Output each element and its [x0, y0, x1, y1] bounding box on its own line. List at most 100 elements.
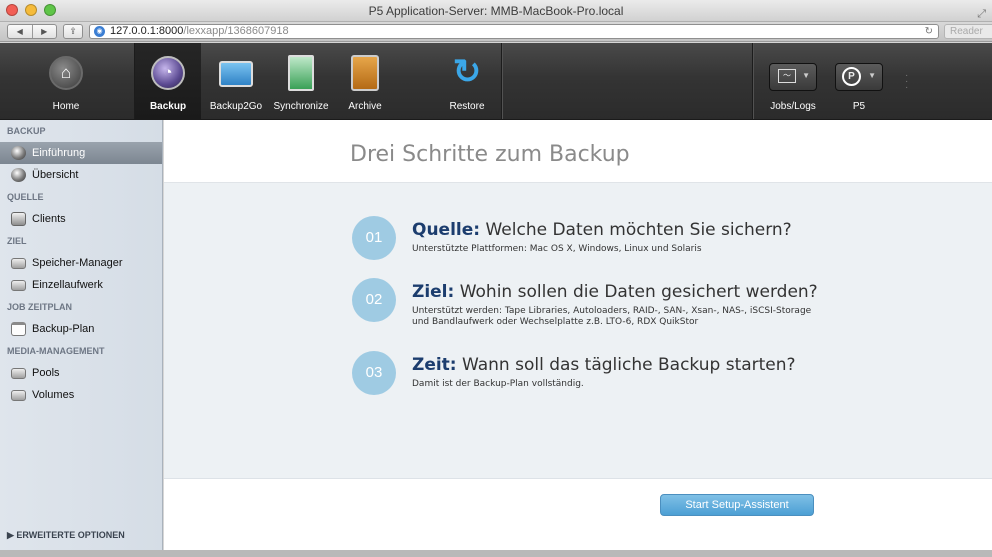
advanced-options-toggle[interactable]: ▶ ERWEITERTE OPTIONEN — [7, 530, 125, 541]
zoom-window-button[interactable] — [44, 4, 56, 16]
nav-divider — [501, 43, 502, 119]
nav-backup-label: Backup — [149, 101, 187, 112]
step-title: Ziel: Wohin sollen die Daten gesichert w… — [412, 282, 818, 302]
step-title: Zeit: Wann soll das tägliche Backup star… — [412, 355, 796, 375]
minimize-window-button[interactable] — [25, 4, 37, 16]
page-title: Drei Schritte zum Backup — [350, 142, 630, 167]
forward-arrow-icon[interactable]: ▶ — [33, 25, 57, 38]
start-setup-button[interactable]: Start Setup-Assistent — [660, 494, 814, 516]
step-number: 01 — [352, 216, 396, 260]
nav-archive-label: Archive — [348, 101, 382, 112]
archive-icon — [351, 55, 379, 91]
storage-icon — [11, 258, 26, 269]
step-key: Quelle: — [412, 220, 481, 240]
sidebar-item-label: Einführung — [32, 147, 86, 159]
reader-button[interactable]: Reader — [944, 24, 992, 39]
step-description: Unterstützt werden: Tape Libraries, Auto… — [412, 306, 812, 327]
back-arrow-icon[interactable]: ◀ — [8, 25, 33, 38]
nav-backup[interactable]: ◔ Backup — [135, 43, 201, 119]
jobs-logs-label: Jobs/Logs — [770, 101, 816, 112]
sidebar-item-storage-manager[interactable]: Speicher-Manager — [0, 252, 162, 274]
nav-home[interactable]: ⌂ Home — [0, 43, 132, 119]
window-title: P5 Application-Server: MMB-MacBook-Pro.l… — [368, 4, 624, 18]
nav-restore-label: Restore — [449, 101, 485, 112]
sidebar-item-overview[interactable]: Übersicht — [0, 164, 162, 186]
intro-icon — [11, 146, 26, 160]
site-globe-icon: ◉ — [94, 26, 105, 37]
sidebar-item-label: Pools — [32, 367, 60, 379]
share-icon[interactable]: ⇪ — [63, 24, 83, 39]
step-question: Wann soll das tägliche Backup starten? — [462, 355, 796, 375]
volumes-icon — [11, 390, 26, 401]
p5-logo-icon: P — [842, 67, 861, 86]
p5-dropdown[interactable]: P ▼ — [835, 63, 883, 91]
sidebar-item-backup-plan[interactable]: Backup-Plan — [0, 318, 162, 340]
nav-archive[interactable]: Archive — [331, 43, 399, 119]
backup-gauge-icon: ◔ — [151, 56, 185, 90]
steps-area: 01 Quelle: Welche Daten möchten Sie sich… — [164, 183, 992, 479]
step-description: Damit ist der Backup-Plan vollständig. — [412, 379, 584, 389]
sidebar-section-source: QUELLE — [7, 192, 44, 202]
advanced-options-label: ERWEITERTE OPTIONEN — [16, 530, 125, 540]
browser-toolbar: ◀ ▶ ⇪ ◉ 127.0.0.1:8000/lexxapp/136860791… — [0, 22, 992, 42]
window-bottom-edge — [0, 550, 992, 557]
sidebar-section-backup: BACKUP — [7, 126, 46, 136]
sidebar-item-label: Speicher-Manager — [32, 257, 123, 269]
footer: Start Setup-Assistent — [164, 480, 992, 557]
sidebar-item-volumes[interactable]: Volumes — [0, 384, 162, 406]
disclosure-triangle-icon: ▶ — [7, 530, 17, 540]
laptop-icon — [219, 61, 253, 87]
url-host: 127.0.0.1:8000 — [110, 25, 184, 37]
nav-synchronize-label: Synchronize — [273, 101, 329, 112]
sidebar-item-label: Einzellaufwerk — [32, 279, 103, 291]
jobs-logs-dropdown[interactable]: 〜 ▼ — [769, 63, 817, 91]
step-description: Unterstützte Plattformen: Mac OS X, Wind… — [412, 244, 702, 254]
reload-icon[interactable]: ↻ — [925, 25, 933, 38]
resize-grip-icon[interactable]: · · · — [905, 71, 908, 93]
app-navigation-bar: ⌂ Home ◔ Backup Backup2Go Synchronize Ar… — [0, 43, 992, 120]
home-icon: ⌂ — [49, 56, 83, 90]
server-icon — [11, 212, 26, 226]
restore-arrow-icon: ↻ — [452, 53, 482, 91]
window-controls — [6, 4, 56, 16]
sidebar-section-media: MEDIA-MANAGEMENT — [7, 346, 105, 356]
pools-icon — [11, 368, 26, 379]
sidebar-item-label: Übersicht — [32, 169, 79, 181]
main-panel: Drei Schritte zum Backup 01 Quelle: Welc… — [164, 120, 992, 557]
nav-restore[interactable]: ↻ Restore — [432, 43, 502, 119]
step-key: Zeit: — [412, 355, 457, 375]
p5-label: P5 — [852, 101, 866, 112]
step-question: Welche Daten möchten Sie sichern? — [485, 220, 792, 240]
sidebar-item-clients[interactable]: Clients — [0, 208, 162, 230]
sidebar-item-introduction[interactable]: Einführung — [0, 142, 162, 164]
browser-window: P5 Application-Server: MMB-MacBook-Pro.l… — [0, 0, 992, 557]
calendar-icon — [11, 322, 26, 336]
nav-home-label: Home — [52, 101, 80, 112]
synchronize-icon — [288, 55, 314, 91]
chevron-down-icon: ▼ — [868, 71, 876, 80]
step-title: Quelle: Welche Daten möchten Sie sichern… — [412, 220, 792, 240]
sidebar-item-label: Clients — [32, 213, 66, 225]
step-key: Ziel: — [412, 282, 455, 302]
nav-synchronize[interactable]: Synchronize — [271, 43, 331, 119]
nav-divider — [752, 43, 753, 119]
overview-icon — [11, 168, 26, 182]
nav-backup2go-label: Backup2Go — [209, 101, 263, 112]
sidebar-item-label: Volumes — [32, 389, 75, 401]
close-window-button[interactable] — [6, 4, 18, 16]
chart-monitor-icon: 〜 — [778, 69, 796, 83]
step-number: 02 — [352, 278, 396, 322]
sidebar-section-schedule: JOB ZEITPLAN — [7, 302, 73, 312]
nav-backup2go[interactable]: Backup2Go — [201, 43, 271, 119]
title-bar: P5 Application-Server: MMB-MacBook-Pro.l… — [0, 0, 992, 22]
sidebar: BACKUP Einführung Übersicht QUELLE Clien… — [0, 120, 163, 557]
address-bar[interactable]: ◉ 127.0.0.1:8000/lexxapp/1368607918 ↻ — [89, 24, 939, 39]
drive-icon — [11, 280, 26, 291]
sidebar-item-pools[interactable]: Pools — [0, 362, 162, 384]
step-question: Wohin sollen die Daten gesichert werden? — [459, 282, 818, 302]
sidebar-item-single-drive[interactable]: Einzellaufwerk — [0, 274, 162, 296]
sidebar-section-target: ZIEL — [7, 236, 27, 246]
page-header: Drei Schritte zum Backup — [164, 120, 992, 183]
history-buttons: ◀ ▶ — [7, 24, 57, 39]
sidebar-item-label: Backup-Plan — [32, 323, 95, 335]
